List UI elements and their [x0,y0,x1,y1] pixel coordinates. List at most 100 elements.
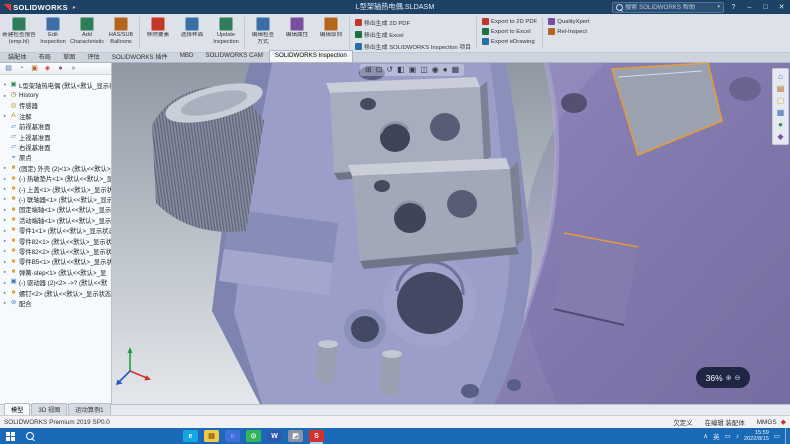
minimize-button[interactable]: – [743,1,756,13]
command-tab-3[interactable]: 草图 [57,50,81,62]
close-button[interactable]: ✕ [775,1,788,13]
tree-item-13[interactable]: ▸■固定端轴<1> (默认<<默认>_显示状 [0,205,111,215]
edit-properties-button[interactable]: 编辑属性 [280,15,314,51]
tree-item-6[interactable]: ▱上视基准面 [0,132,111,142]
browser-icon[interactable]: ○ [225,430,240,442]
command-tab-7[interactable]: SOLIDWORKS CAM [199,50,268,62]
tree-item-18[interactable]: ▸■零件B5<1> (默认<<默认>_显示状 [0,257,111,267]
expand-arrow-icon[interactable]: ▾ [2,82,8,88]
edit-orientation-button[interactable]: 编辑取向 [314,15,348,51]
export-inspection-project-button[interactable]: 移出生成 SOLIDWORKS Inspection 项目 [355,42,471,51]
tree-item-10[interactable]: ▸■(-) 热敏垫片<1> (默认<<默认>_显示状 [0,174,111,184]
task-pane-resources-icon[interactable]: ⌂ [778,72,783,81]
tree-item-5[interactable]: ▱前视基准面 [0,122,111,132]
show-desktop-button[interactable] [785,428,788,444]
solidworks-icon[interactable]: S [309,430,324,442]
panel-tab-1[interactable]: 模型 [4,403,30,415]
export-2d-pdf-button[interactable]: 移出生成 2D PDF [355,18,471,27]
expand-arrow-icon[interactable]: ▸ [2,196,8,202]
3d-model-canvas[interactable] [112,63,790,404]
help-search[interactable]: ▾ [612,2,724,13]
command-tab-5[interactable]: SOLIDWORKS 插件 [106,50,174,62]
export-to-excel-button[interactable]: Export to Excel [482,28,537,35]
expand-arrow-icon[interactable]: ▸ [2,186,8,192]
view-palette-icon[interactable]: ▦ [777,108,785,117]
edit-inspection-button[interactable]: EditInspection [36,15,70,51]
file-explorer-icon[interactable]: ▤ [204,430,219,442]
expand-arrow-icon[interactable]: ▸ [2,207,8,213]
hide-show-icon[interactable]: ◉ [432,65,439,75]
file-explorer-icon[interactable]: ▢ [777,96,785,105]
tree-item-7[interactable]: ▱右视基准面 [0,142,111,152]
display-style-icon[interactable]: ◫ [420,65,428,75]
taskbar-search-button[interactable] [20,428,40,444]
tree-item-12[interactable]: ▸■(-) 联轴器<1> (默认<<默认>_显示 [0,194,111,204]
tree-item-22[interactable]: ▸⊚配合 [0,298,111,308]
model-block-lower[interactable] [348,158,524,269]
command-tab-8[interactable]: SOLIDWORKS Inspection [269,50,353,62]
tree-item-14[interactable]: ▸■活动端轴<1> (默认<<默认>_显示状 [0,215,111,225]
start-button[interactable] [0,428,20,444]
expand-arrow-icon[interactable]: ▸ [2,228,8,234]
panel-tab-2[interactable]: 3D 视图 [31,403,67,415]
featuremanager-tab-icon[interactable]: ▤ [4,65,13,72]
expand-arrow-icon[interactable]: ▸ [2,113,8,119]
status-editing[interactable]: 在编辑 装配体 [705,418,745,427]
tree-item-16[interactable]: ▸■零件82<1> (默认<<默认>_显示状 [0,236,111,246]
select-face-button[interactable]: 选择样面 [175,15,209,51]
expand-arrow-icon[interactable]: ▸ [2,217,8,223]
export-edrawing-button[interactable]: Export eDrawing [482,38,537,45]
edit-inspection-method-button[interactable]: 编辑检查方式 [246,15,280,51]
propertymanager-tab-icon[interactable]: ◔ [17,65,26,72]
network-icon[interactable]: ▭ [725,432,731,440]
edge-icon[interactable]: e [183,430,198,442]
tree-item-3[interactable]: ◎传感器 [0,101,111,111]
export-to-2d-pdf-button[interactable]: Export to 2D PDF [482,18,537,25]
tree-item-17[interactable]: ▸■零件82<2> (默认<<默认>_显示状 [0,246,111,256]
new-inspection-report-button[interactable]: 新建检查报告(emp.hl) [2,15,36,51]
command-tab-2[interactable]: 布局 [33,50,57,62]
command-tab-6[interactable]: MBD [174,50,200,62]
expand-arrow-icon[interactable]: ▸ [2,248,8,254]
wechat-icon[interactable]: ⊙ [246,430,261,442]
expand-arrow-icon[interactable]: ▸ [2,165,8,171]
rel-inspect-button[interactable]: Rel-Inspect [548,28,589,35]
zoom-area-icon[interactable]: ⊡ [376,65,383,75]
panel-expand-icon[interactable]: » [69,65,78,72]
design-library-icon[interactable]: ▤ [777,84,785,93]
language-indicator[interactable]: 英 [713,431,720,441]
tree-item-4[interactable]: ▸A注解 [0,111,111,121]
dimxpertmanager-tab-icon[interactable]: ◈ [43,65,52,72]
balloons-button[interactable]: HAS/SUBBalloons [104,15,138,51]
configurationmanager-tab-icon[interactable]: ▣ [30,65,39,72]
expand-arrow-icon[interactable]: ▸ [2,300,8,306]
help-search-input[interactable] [625,4,715,11]
action-center-icon[interactable]: ▭ [774,432,780,440]
expand-arrow-icon[interactable]: ▸ [2,259,8,265]
appearance-icon[interactable]: ● [443,65,448,75]
search-dropdown-icon[interactable]: ▾ [717,4,720,10]
panel-tab-3[interactable]: 运动算例1 [68,403,110,415]
expand-arrow-icon[interactable]: ▸ [2,269,8,275]
status-definition[interactable]: 欠定义 [673,418,692,427]
export-excel-button[interactable]: 移出生成 Excel [355,30,471,39]
tree-item-8[interactable]: ⌖原点 [0,153,111,163]
tree-item-19[interactable]: ▸■弹簧-step<1> (默认<<默认>_显 [0,267,111,277]
tree-item-15[interactable]: ▸■零件1<1> (默认<<默认>_显示状态 [0,225,111,235]
expand-arrow-icon[interactable]: ▸ [2,280,8,286]
expand-arrow-icon[interactable]: ▸ [2,238,8,244]
section-view-icon[interactable]: ◧ [397,65,405,75]
status-units[interactable]: MMGS [757,419,777,426]
tree-item-21[interactable]: ▸■螺钉<2> (默认<<默认>_显示状态 [0,288,111,298]
image-viewer-icon[interactable]: ◩ [288,430,303,442]
taskbar-clock[interactable]: 15:59 2022/8/15 [744,430,769,443]
expand-arrow-icon[interactable]: ▸ [2,93,8,99]
zoom-fit-icon[interactable]: ⊞ [365,65,372,75]
custom-properties-tag-icon[interactable]: ◆ [781,418,786,426]
displaymanager-tab-icon[interactable]: ● [56,65,65,72]
menu-expand-arrow-icon[interactable]: ▸ [73,4,76,11]
expand-arrow-icon[interactable]: ▸ [2,176,8,182]
previous-view-icon[interactable]: ↺ [386,65,393,75]
update-inspection-button[interactable]: UpdateInspection [209,15,243,51]
view-orientation-icon[interactable]: ▣ [409,65,417,75]
